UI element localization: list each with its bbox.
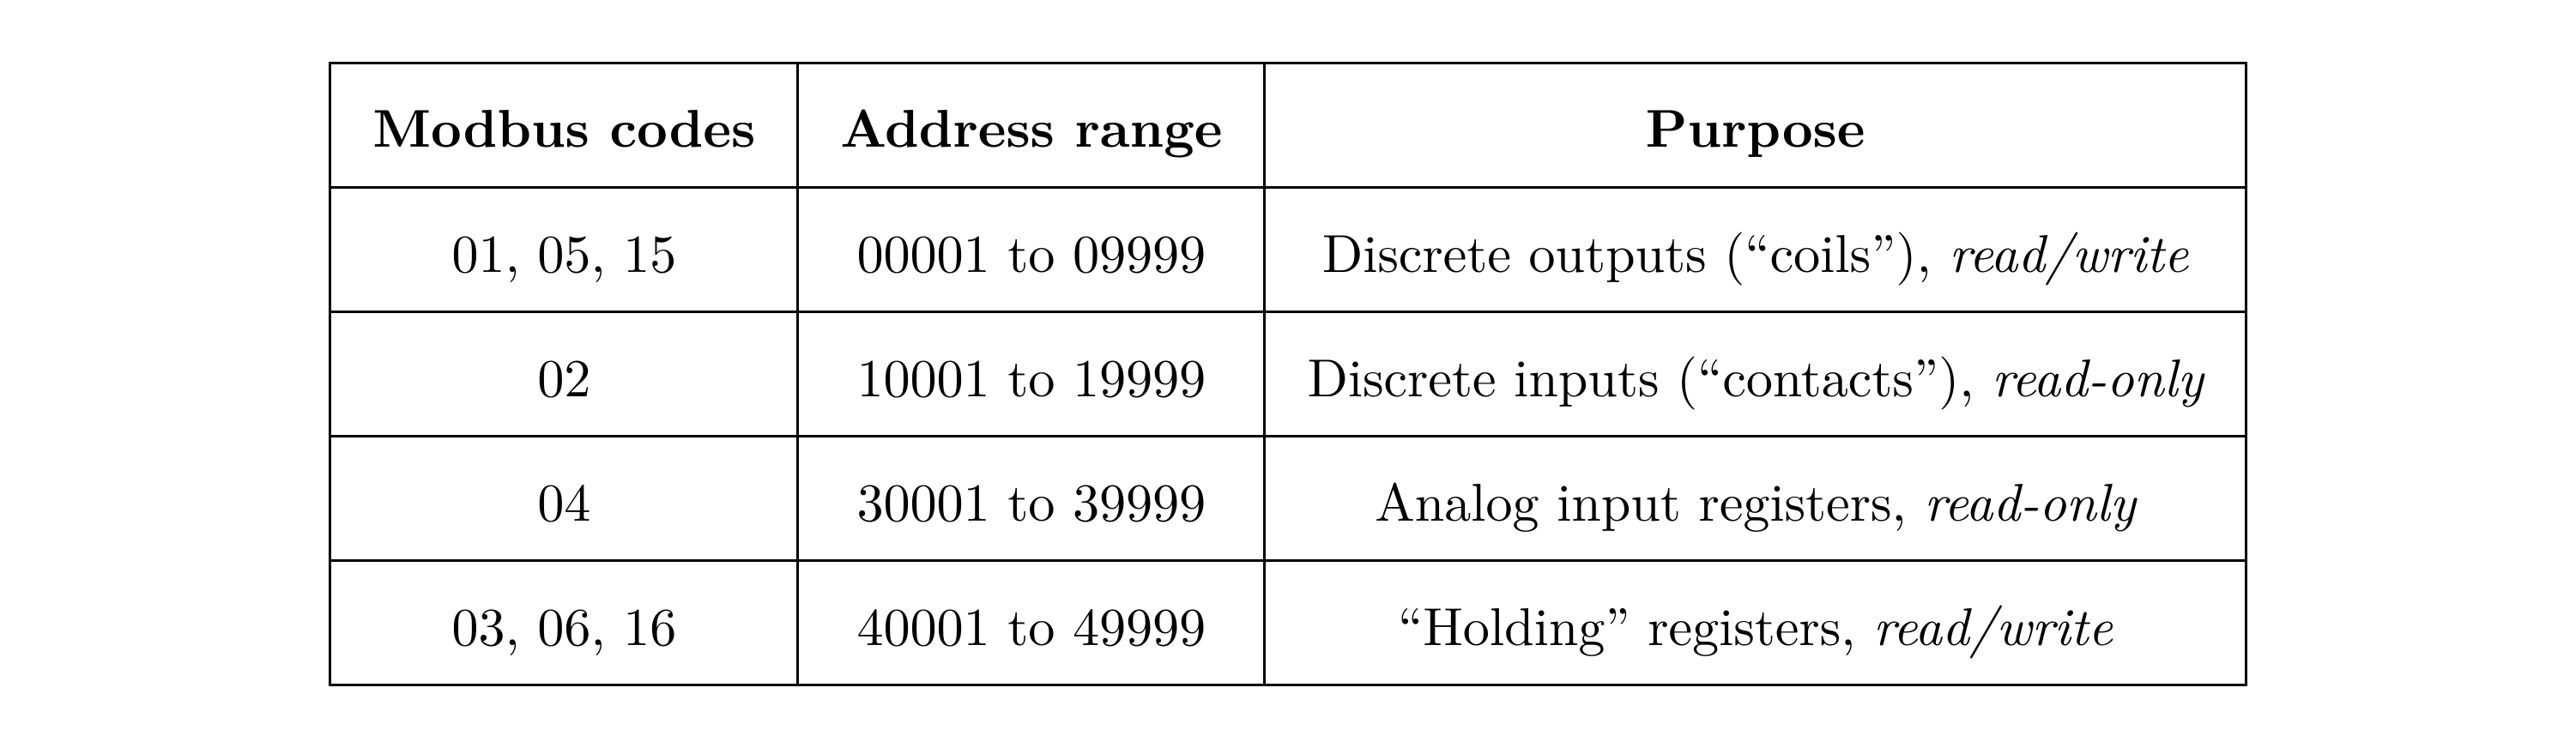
purpose-text: Discrete outputs (“coils”), (1322, 212, 1949, 287)
cell-range: 00001 to 09999 (798, 188, 1265, 312)
cell-purpose: Analog input registers, read-only (1265, 437, 2246, 561)
cell-codes: 03, 06, 16 (330, 561, 798, 685)
cell-range: 30001 to 39999 (798, 437, 1265, 561)
table-row: 04 30001 to 39999 Analog input registers… (330, 437, 2246, 561)
cell-purpose: Discrete inputs (“contacts”), read-only (1265, 312, 2246, 437)
cell-codes: 01, 05, 15 (330, 188, 798, 312)
col-header-purpose: Purpose (1265, 63, 2246, 188)
purpose-text: “Holding” registers, (1398, 585, 1873, 661)
table-header-row: Modbus codes Address range Purpose (330, 63, 2246, 188)
col-header-range: Address range (798, 63, 1265, 188)
cell-purpose: Discrete outputs (“coils”), read/write (1265, 188, 2246, 312)
col-header-codes: Modbus codes (330, 63, 798, 188)
purpose-text: Analog input registers, (1375, 461, 1924, 536)
table-row: 03, 06, 16 40001 to 49999 “Holding” regi… (330, 561, 2246, 685)
table-row: 01, 05, 15 00001 to 09999 Discrete outpu… (330, 188, 2246, 312)
modbus-table: Modbus codes Address range Purpose 01, 0… (329, 62, 2246, 686)
cell-range: 40001 to 49999 (798, 561, 1265, 685)
cell-codes: 02 (330, 312, 798, 437)
purpose-access: read/write (1873, 585, 2113, 661)
purpose-text: Discrete inputs (“contacts”), (1307, 336, 1992, 412)
purpose-access: read/write (1949, 212, 2188, 287)
purpose-access: read-only (1924, 461, 2135, 536)
table-row: 02 10001 to 19999 Discrete inputs (“cont… (330, 312, 2246, 437)
cell-codes: 04 (330, 437, 798, 561)
cell-purpose: “Holding” registers, read/write (1265, 561, 2246, 685)
cell-range: 10001 to 19999 (798, 312, 1265, 437)
purpose-access: read-only (1992, 336, 2203, 412)
